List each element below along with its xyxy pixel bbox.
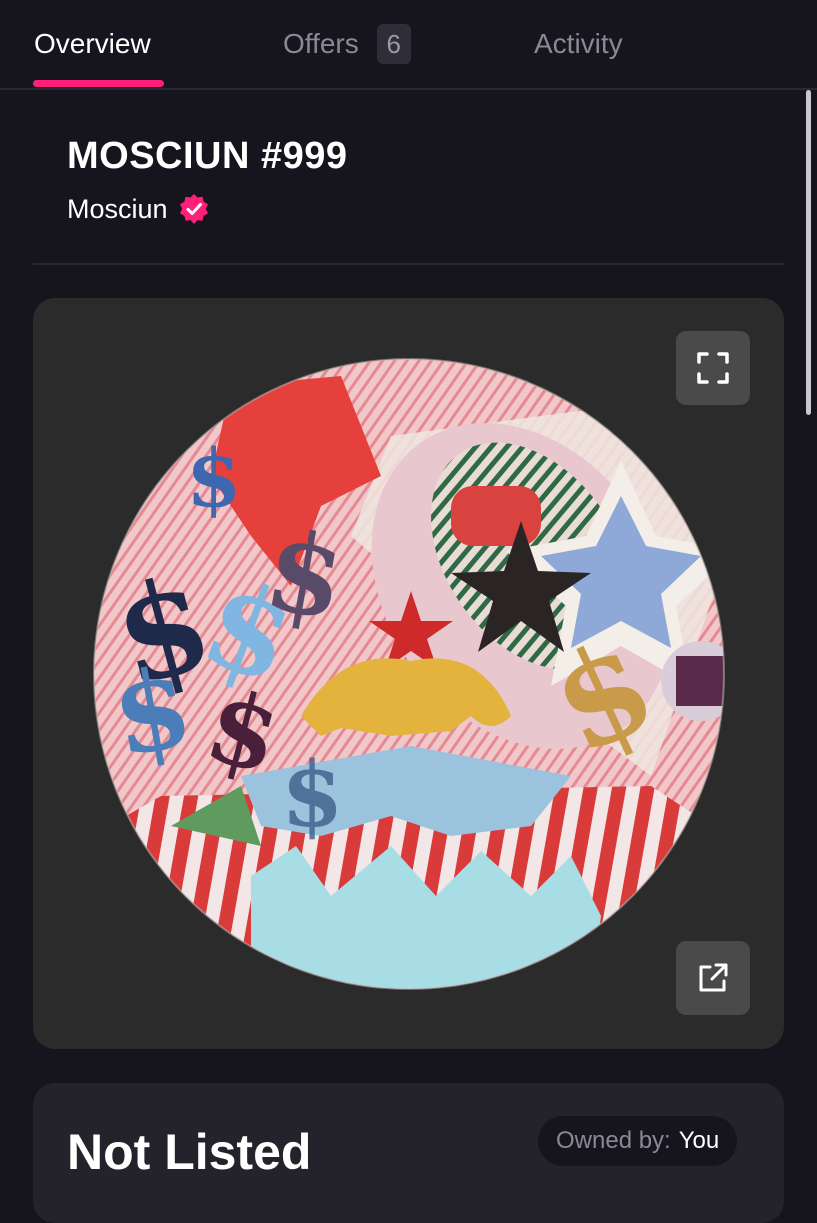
- offers-count-badge: 6: [376, 24, 411, 64]
- fullscreen-icon: [697, 352, 729, 384]
- nft-artwork[interactable]: $ $ $ $ $ $ $ $: [91, 356, 727, 992]
- tab-overview-label: Overview: [34, 28, 151, 59]
- external-link-icon: [699, 963, 728, 992]
- listing-status: Not Listed: [67, 1124, 312, 1180]
- tab-overview[interactable]: Overview: [34, 0, 151, 88]
- svg-text:$: $: [186, 431, 242, 525]
- scrollbar[interactable]: [806, 90, 811, 415]
- active-tab-indicator: [33, 80, 164, 87]
- owner-name: You: [678, 1127, 720, 1154]
- tab-activity[interactable]: Activity: [534, 0, 623, 88]
- svg-text:$: $: [281, 742, 344, 848]
- collection-link[interactable]: Mosciun: [67, 193, 210, 225]
- nft-media-panel: $ $ $ $ $ $ $ $: [33, 298, 784, 1049]
- owned-by-label: Owned by:: [556, 1127, 671, 1154]
- tab-bar: Overview Offers 6 Activity: [0, 0, 817, 90]
- tab-activity-label: Activity: [534, 28, 623, 59]
- fullscreen-button[interactable]: [676, 331, 750, 405]
- verified-badge-icon: [179, 194, 208, 224]
- tab-offers-label: Offers: [283, 28, 359, 59]
- listing-card: Not Listed Owned by: You: [33, 1083, 784, 1223]
- tab-offers[interactable]: Offers 6: [283, 0, 411, 88]
- open-external-button[interactable]: [676, 941, 750, 1015]
- collection-name: Mosciun: [67, 193, 168, 224]
- nft-title: MOSCIUN #999: [67, 135, 348, 177]
- section-divider: [33, 263, 784, 265]
- owner-pill[interactable]: Owned by: You: [538, 1116, 738, 1166]
